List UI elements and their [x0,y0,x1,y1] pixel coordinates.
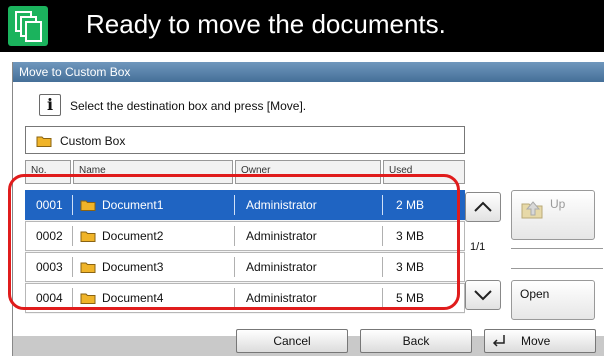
breadcrumb-label: Custom Box [60,134,126,148]
open-button[interactable]: Open [511,280,595,320]
chevron-down-icon [474,290,492,301]
page-indicator: 1/1 [470,241,486,253]
selection-highlight [8,174,460,310]
dialog-title: Move to Custom Box [13,62,604,82]
scroll-down-button[interactable] [465,280,501,310]
move-button-label: Move [521,334,551,348]
copy-documents-icon [8,6,48,46]
info-icon: i [39,94,61,116]
up-button-label: Up [550,197,566,211]
up-folder-icon [521,201,543,219]
breadcrumb: Custom Box [25,126,465,154]
enter-icon [492,335,505,347]
folder-icon [36,136,52,147]
chevron-up-icon [474,201,492,212]
cancel-button[interactable]: Cancel [236,329,348,353]
instruction-text: Select the destination box and press [Mo… [70,99,307,113]
scroll-up-button[interactable] [465,192,501,222]
cancel-button-label: Cancel [273,334,311,348]
divider [511,248,603,249]
page-title: Ready to move the documents. [86,9,446,39]
back-button[interactable]: Back [360,329,472,353]
divider [511,268,603,269]
move-button[interactable]: Move [484,329,596,353]
top-banner: Ready to move the documents. [0,0,604,52]
back-button-label: Back [402,334,430,348]
up-button[interactable]: Up [511,190,595,240]
open-button-label: Open [520,287,550,301]
